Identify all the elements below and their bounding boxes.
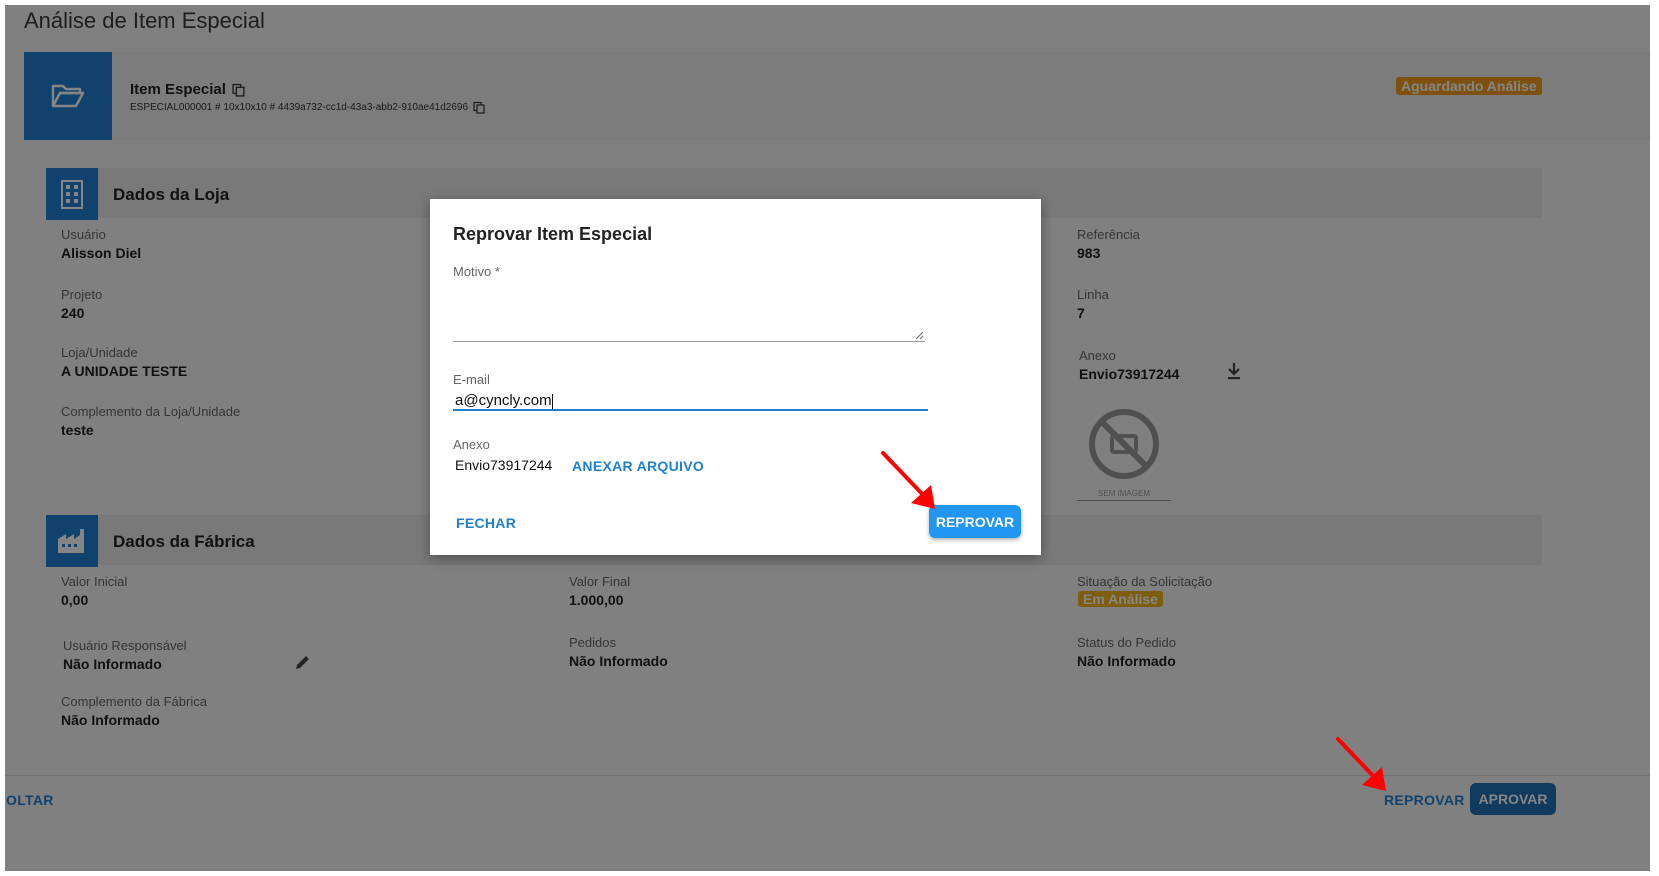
anexar-arquivo-button[interactable]: ANEXAR ARQUIVO	[572, 458, 704, 474]
annotation-arrow-icon	[881, 451, 935, 509]
email-label: E-mail	[453, 372, 490, 387]
dialog-title: Reprovar Item Especial	[453, 224, 653, 244]
motivo-textarea[interactable]	[453, 283, 927, 343]
app-frame: Análise de Item Especial Item Especial E…	[5, 5, 1650, 871]
email-input[interactable]: a@cyncly.com	[455, 392, 553, 409]
resize-handle-icon[interactable]	[915, 331, 924, 340]
email-input-value: a@cyncly.com	[455, 392, 552, 409]
fechar-button[interactable]: FECHAR	[456, 515, 516, 531]
reprovar-dialog: Reprovar Item Especial Motivo * E-mail a…	[430, 199, 1041, 555]
dialog-anexo-label: Anexo	[453, 437, 490, 452]
text-cursor	[551, 393, 553, 409]
motivo-underline	[453, 341, 925, 342]
email-underline	[453, 409, 928, 411]
annotation-arrow-icon	[1336, 737, 1386, 791]
motivo-label: Motivo *	[453, 264, 500, 279]
dialog-anexo-value: Envio73917244	[455, 457, 553, 473]
